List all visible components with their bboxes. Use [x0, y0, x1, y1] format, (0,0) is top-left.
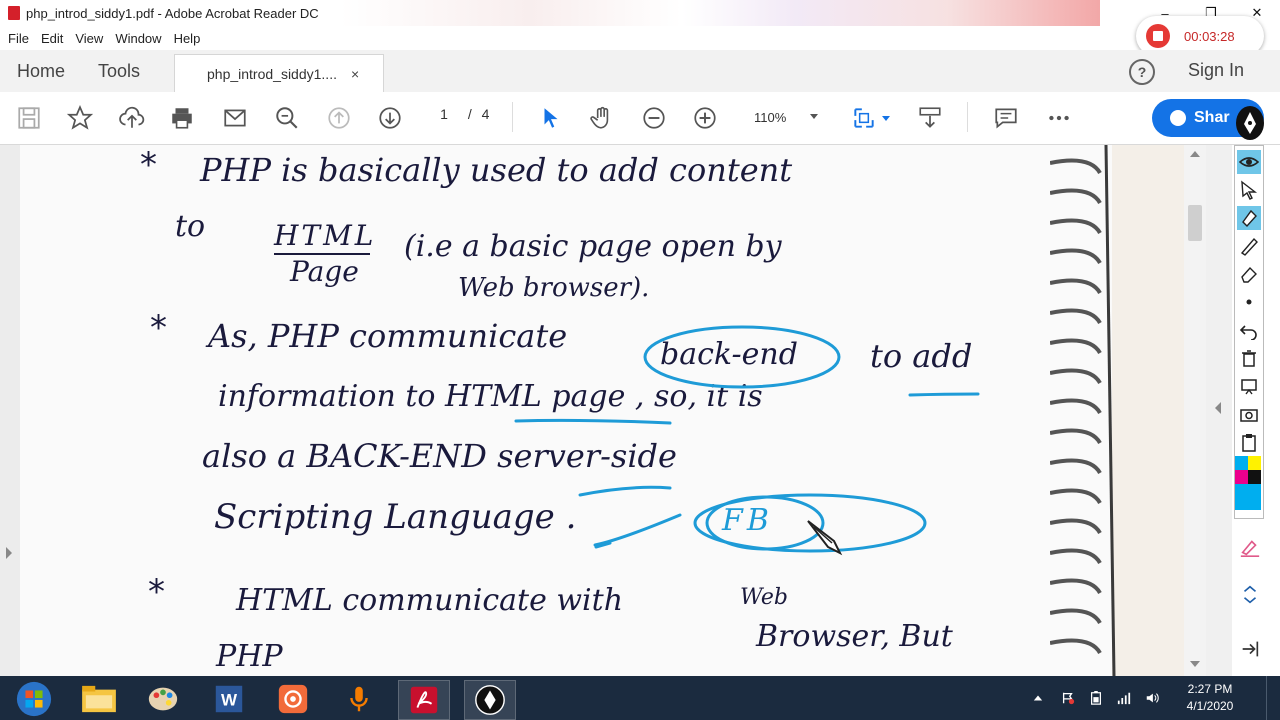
- page-total: 4: [481, 106, 490, 122]
- clipboard-icon[interactable]: [1237, 430, 1261, 454]
- save-icon[interactable]: [15, 104, 43, 132]
- dot-size-icon[interactable]: [1237, 290, 1261, 314]
- close-tab-icon[interactable]: ×: [351, 66, 359, 82]
- start-button[interactable]: [8, 680, 60, 718]
- magenta-swatch[interactable]: [1235, 470, 1248, 484]
- select-cursor-icon[interactable]: [537, 104, 565, 132]
- print-icon[interactable]: [168, 104, 196, 132]
- toolbar-divider-2: [967, 102, 968, 132]
- expand-left-pane-icon[interactable]: [6, 547, 12, 559]
- tab-tools[interactable]: Tools: [98, 50, 140, 92]
- email-icon[interactable]: [221, 104, 249, 132]
- document-tab-label: php_introd_siddy1....: [207, 66, 337, 82]
- next-page-icon[interactable]: [376, 104, 404, 132]
- pen-tool-logo-icon[interactable]: [1236, 106, 1264, 140]
- title-bar-background: [340, 0, 1100, 26]
- page-separator: /: [467, 106, 472, 122]
- fit-dropdown-icon[interactable]: [882, 116, 890, 121]
- trash-icon[interactable]: [1237, 346, 1261, 370]
- color-swatches[interactable]: [1235, 456, 1262, 512]
- clock-time: 2:27 PM: [1187, 682, 1233, 696]
- hand-tool-icon[interactable]: [588, 104, 616, 132]
- menu-window[interactable]: Window: [115, 31, 161, 46]
- bookmark-star-icon[interactable]: [66, 104, 94, 132]
- add-user-icon: [1170, 110, 1186, 126]
- more-tools-icon[interactable]: [1045, 104, 1073, 132]
- sign-in-link[interactable]: Sign In: [1188, 60, 1244, 81]
- zoom-dropdown-icon[interactable]: [810, 114, 818, 119]
- pen-icon[interactable]: [1237, 234, 1261, 258]
- undo-icon[interactable]: [1237, 318, 1261, 342]
- svg-text:W: W: [221, 691, 238, 710]
- previous-page-icon[interactable]: [325, 104, 353, 132]
- black-swatch[interactable]: [1248, 470, 1261, 484]
- upload-cloud-icon[interactable]: [118, 104, 146, 132]
- title-bar: php_introd_siddy1.pdf - Adobe Acrobat Re…: [0, 0, 1280, 26]
- page-indicator: 1 / 4: [430, 106, 489, 122]
- tab-home[interactable]: Home: [17, 50, 65, 92]
- scroll-thumb[interactable]: [1188, 205, 1202, 241]
- paint-icon[interactable]: [138, 680, 188, 718]
- fill-sign-icon[interactable]: [1238, 535, 1262, 559]
- system-clock[interactable]: 2:27 PM 4/1/2020: [1176, 681, 1244, 715]
- show-desktop-button[interactable]: [1266, 676, 1280, 720]
- screen-recorder-app-icon[interactable]: [268, 680, 318, 718]
- volume-icon[interactable]: [1144, 690, 1160, 706]
- fit-page-icon[interactable]: [850, 104, 878, 132]
- stop-record-icon[interactable]: [1146, 24, 1170, 48]
- expand-right-pane-icon[interactable]: [1215, 402, 1221, 414]
- pen-app-taskbar-icon[interactable]: [464, 680, 516, 720]
- menu-help[interactable]: Help: [174, 31, 201, 46]
- cyan-swatch[interactable]: [1235, 456, 1248, 470]
- pointer-icon[interactable]: [1237, 178, 1261, 202]
- scrolling-mode-icon[interactable]: [916, 104, 944, 132]
- highlighter-icon[interactable]: [1237, 206, 1261, 230]
- zoom-in-icon[interactable]: [691, 104, 719, 132]
- left-navigation-pane[interactable]: [0, 145, 20, 676]
- scroll-down-icon[interactable]: [1190, 661, 1200, 667]
- battery-icon[interactable]: [1088, 690, 1104, 706]
- camera-icon[interactable]: [1237, 402, 1261, 426]
- pencil-cursor-icon: [807, 520, 843, 556]
- help-icon[interactable]: ?: [1129, 59, 1155, 85]
- right-pane-toggle[interactable]: [1206, 145, 1232, 676]
- page-number-input[interactable]: 1: [430, 106, 458, 122]
- comment-icon[interactable]: [992, 104, 1020, 132]
- microphone-app-icon[interactable]: [334, 680, 384, 718]
- menu-view[interactable]: View: [75, 31, 103, 46]
- acrobat-app-icon: [8, 6, 20, 20]
- word-icon[interactable]: W: [204, 680, 254, 718]
- tray-expand-icon[interactable]: [1030, 690, 1046, 706]
- collapse-palette-icon[interactable]: [1238, 583, 1262, 607]
- scroll-up-icon[interactable]: [1190, 151, 1200, 157]
- tab-document[interactable]: php_introd_siddy1.... ×: [174, 54, 384, 93]
- tab-bar: Home Tools php_introd_siddy1.... ×: [0, 50, 1280, 93]
- window-title: php_introd_siddy1.pdf - Adobe Acrobat Re…: [26, 5, 319, 21]
- blue-ink-annotations: [514, 325, 980, 553]
- menu-file[interactable]: File: [8, 31, 29, 46]
- yellow-swatch[interactable]: [1248, 456, 1261, 470]
- vertical-scrollbar[interactable]: [1184, 145, 1206, 676]
- toolbar-divider: [512, 102, 513, 132]
- whiteboard-icon[interactable]: [1237, 374, 1261, 398]
- zoom-out-icon[interactable]: [640, 104, 668, 132]
- eraser-icon[interactable]: [1237, 262, 1261, 286]
- acrobat-taskbar-icon[interactable]: [398, 680, 450, 720]
- search-icon[interactable]: [273, 104, 301, 132]
- selected-color-swatch[interactable]: [1235, 484, 1261, 510]
- menu-bar: File Edit View Window Help: [0, 26, 1280, 50]
- action-center-flag-icon[interactable]: [1060, 690, 1076, 706]
- zoom-level-select[interactable]: 110%: [754, 110, 786, 125]
- share-label: Shar: [1194, 109, 1230, 126]
- pdf-page: * * * PHP is basically used to add conte…: [20, 145, 1184, 676]
- exit-panel-icon[interactable]: [1238, 637, 1262, 661]
- file-explorer-icon[interactable]: [74, 680, 124, 718]
- spiral-binding-icon: [1050, 145, 1184, 676]
- menu-edit[interactable]: Edit: [41, 31, 63, 46]
- eye-icon[interactable]: [1237, 150, 1261, 174]
- record-timer: 00:03:28: [1184, 28, 1235, 44]
- clock-date: 4/1/2020: [1186, 699, 1234, 713]
- network-signal-icon[interactable]: [1116, 690, 1132, 706]
